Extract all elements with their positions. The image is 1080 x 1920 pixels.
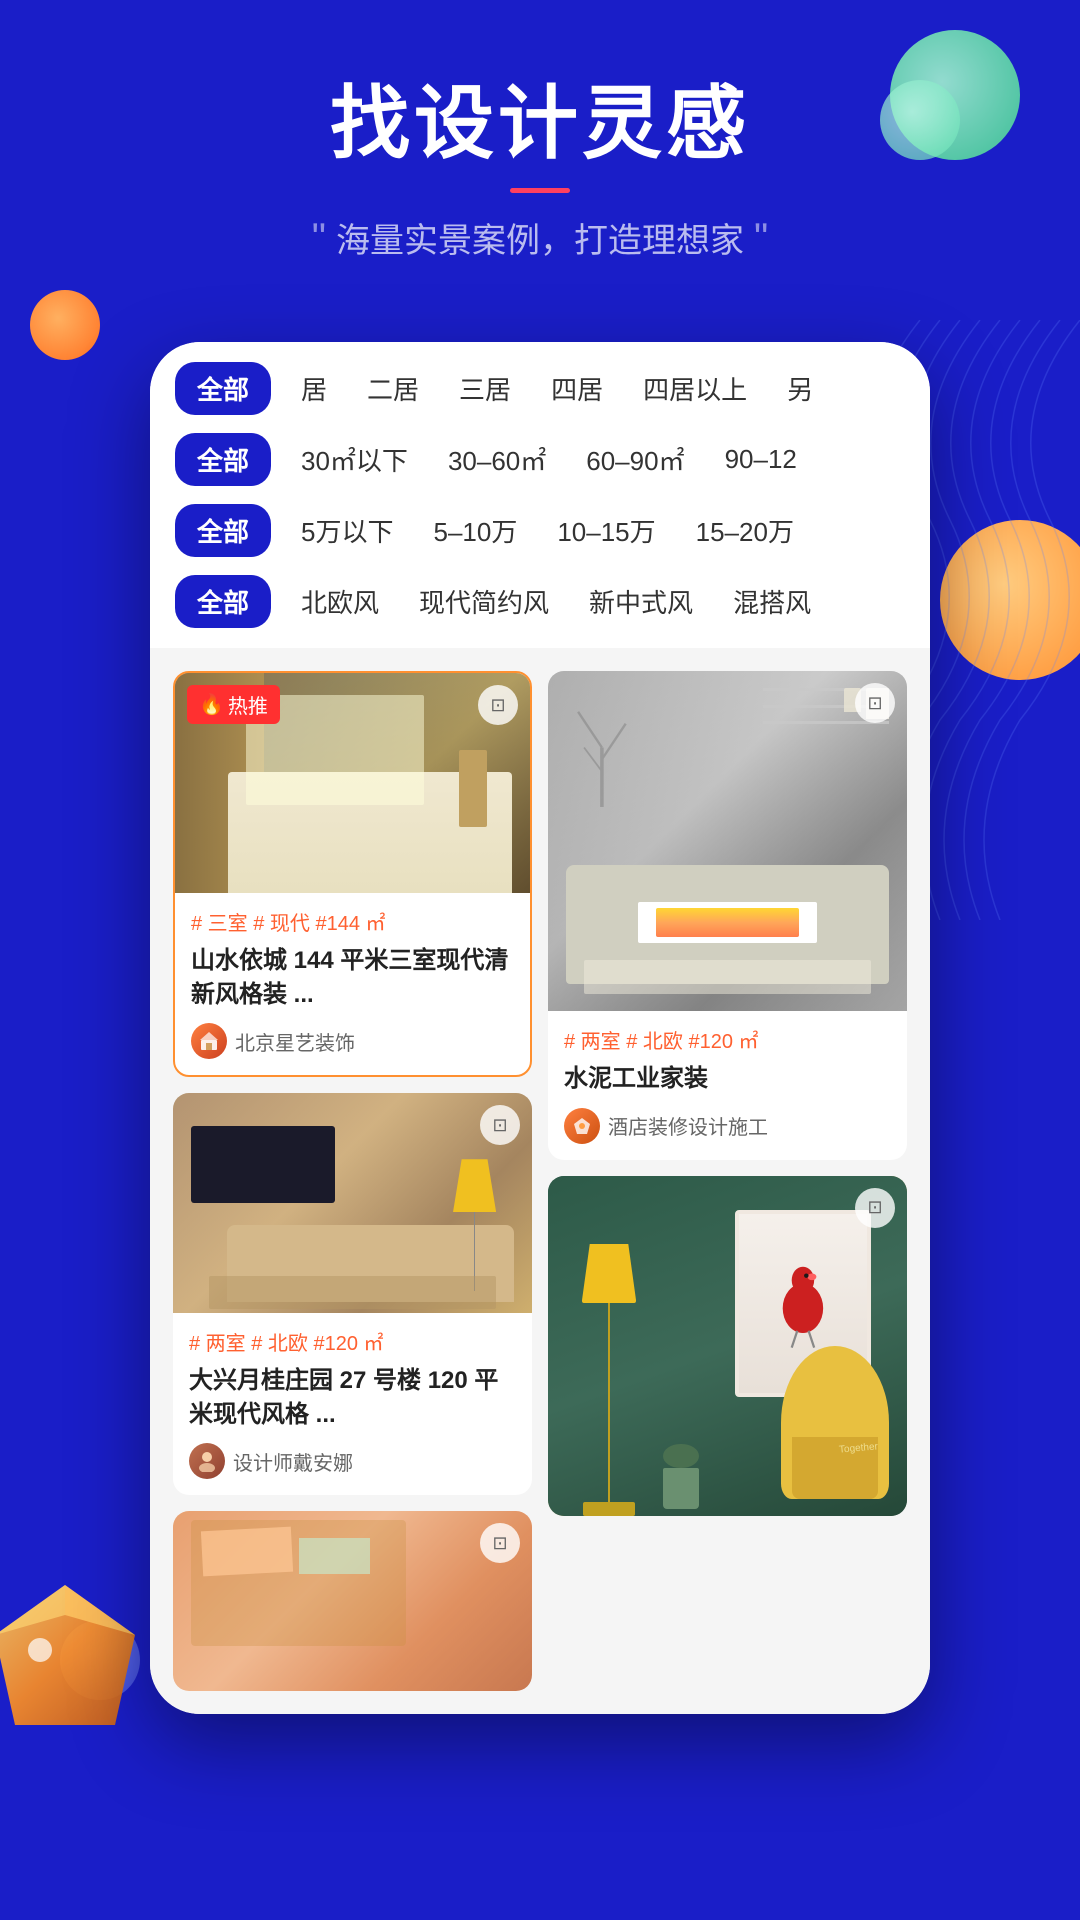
hero-subtitle-text: 海量实景案例，打造理想家 [336,213,744,262]
card-body-grey-living: # 两室 # 北欧 #120 ㎡ 水泥工业家装 酒店装修设计施工 [548,1011,907,1160]
save-button-card2[interactable]: ⊡ [855,683,895,723]
filter-90-120[interactable]: 90–12 [715,436,807,483]
filter-5-10w[interactable]: 5–10万 [423,504,527,557]
author-avatar-3 [189,1443,225,1479]
company-icon [198,1030,220,1052]
save-icon: ⊡ [490,695,505,716]
card-living-modern[interactable]: ⊡ # 两室 # 北欧 #120 ㎡ 大兴月桂庄园 27 号楼 120 平米现代… [173,1093,532,1495]
card-author-2: 酒店装修设计施工 [564,1108,891,1144]
fire-icon: 🔥 [199,692,224,717]
filter-chinese[interactable]: 新中式风 [579,575,703,628]
card-tags-2: # 两室 # 北欧 #120 ㎡ [564,1025,891,1054]
hero-divider [510,188,570,193]
filter-all-room[interactable]: 全部 [175,362,271,415]
author-name-3: 设计师戴安娜 [233,1447,353,1476]
card-tags-1: # 三室 # 现代 #144 ㎡ [191,907,514,936]
filter-modern[interactable]: 现代简约风 [409,575,559,628]
save-icon-3: ⊡ [492,1115,507,1136]
hero-section: 找设计灵感 " 海量实景案例，打造理想家 " [0,0,1080,302]
filter-all-style[interactable]: 全部 [175,575,271,628]
card-author-3: 设计师戴安娜 [189,1443,516,1479]
filter-mixed[interactable]: 混搭风 [723,575,821,628]
author-avatar-2 [564,1108,600,1144]
content-grid: 🔥 热推 ⊡ # 三室 # 现代 #144 ㎡ 山水依城 144 平米三室现代清… [150,648,930,1714]
save-button-card4[interactable]: ⊡ [855,1188,895,1228]
card-green-room[interactable]: Together ⊡ [548,1176,907,1516]
card-author-1: 北京星艺装饰 [191,1023,514,1059]
card-image-container: 🔥 热推 ⊡ [175,673,530,893]
filter-15-20w[interactable]: 15–20万 [686,504,804,557]
filter-erju[interactable]: 二居 [357,362,429,415]
filter-30below[interactable]: 30㎡以下 [291,433,418,486]
hot-text: 热推 [228,690,268,719]
company-logo-icon [571,1115,593,1137]
save-icon-4: ⊡ [867,1197,882,1218]
green-room-image: Together [548,1176,907,1516]
filter-more-room[interactable]: 另 [777,362,823,415]
card-image-container-5: ⊡ [173,1511,532,1691]
card-title-2: 水泥工业家装 [564,1062,891,1096]
card-tags-3: # 两室 # 北欧 #120 ㎡ [189,1327,516,1356]
save-button-card1[interactable]: ⊡ [478,685,518,725]
quote-open: " [312,218,326,258]
filter-yiju[interactable]: 居 [291,362,337,415]
filter-all-budget[interactable]: 全部 [175,504,271,557]
filter-60-90[interactable]: 60–90㎡ [576,433,694,486]
card-body-bedroom: # 三室 # 现代 #144 ㎡ 山水依城 144 平米三室现代清新风格装 ..… [175,893,530,1075]
card-bedroom[interactable]: 🔥 热推 ⊡ # 三室 # 现代 #144 ㎡ 山水依城 144 平米三室现代清… [173,671,532,1077]
save-button-card3[interactable]: ⊡ [480,1105,520,1145]
hot-badge: 🔥 热推 [187,685,280,724]
person-icon [196,1450,218,1472]
filter-section: 全部 居 二居 三居 四居 四居以上 另 全部 30㎡以下 30–60㎡ 60–… [150,342,930,648]
phone-mockup: 全部 居 二居 三居 四居 四居以上 另 全部 30㎡以下 30–60㎡ 60–… [150,342,930,1714]
hero-subtitle: " 海量实景案例，打造理想家 " [0,213,1080,262]
filter-row-area: 全部 30㎡以下 30–60㎡ 60–90㎡ 90–12 [175,433,905,486]
living-modern-image [173,1093,532,1313]
filter-row-budget: 全部 5万以下 5–10万 10–15万 15–20万 [175,504,905,557]
filter-siju[interactable]: 四居 [541,362,613,415]
filter-nordic[interactable]: 北欧风 [291,575,389,628]
right-column: ⊡ # 两室 # 北欧 #120 ㎡ 水泥工业家装 [540,663,915,1699]
author-avatar-1 [191,1023,227,1059]
quote-close: " [754,218,768,258]
author-name-2: 酒店装修设计施工 [608,1111,768,1140]
card-grey-living[interactable]: ⊡ # 两室 # 北欧 #120 ㎡ 水泥工业家装 [548,671,907,1160]
filter-10-15w[interactable]: 10–15万 [547,504,665,557]
left-column: 🔥 热推 ⊡ # 三室 # 现代 #144 ㎡ 山水依城 144 平米三室现代清… [165,663,540,1699]
author-name-1: 北京星艺装饰 [235,1027,355,1056]
phone-screen: 全部 居 二居 三居 四居 四居以上 另 全部 30㎡以下 30–60㎡ 60–… [150,342,930,1714]
card-body-living-modern: # 两室 # 北欧 #120 ㎡ 大兴月桂庄园 27 号楼 120 平米现代风格… [173,1313,532,1495]
card-image-container-3: ⊡ [173,1093,532,1313]
card-pink-room[interactable]: ⊡ [173,1511,532,1691]
card-title-3: 大兴月桂庄园 27 号楼 120 平米现代风格 ... [189,1364,516,1431]
hero-title: 找设计灵感 [0,80,1080,168]
filter-30-60[interactable]: 30–60㎡ [438,433,556,486]
pink-room-image: ⊡ [173,1511,532,1691]
filter-row-style: 全部 北欧风 现代简约风 新中式风 混搭风 [175,575,905,628]
save-icon-2: ⊡ [867,693,882,714]
grey-living-image [548,671,907,1011]
filter-5w-below[interactable]: 5万以下 [291,504,403,557]
card-image-container-4: Together ⊡ [548,1176,907,1516]
save-icon-5: ⊡ [492,1533,507,1554]
filter-all-area[interactable]: 全部 [175,433,271,486]
filter-siju-above[interactable]: 四居以上 [633,362,757,415]
bg-gem [0,1575,145,1740]
filter-sanju[interactable]: 三居 [449,362,521,415]
filter-row-room-type: 全部 居 二居 三居 四居 四居以上 另 [175,362,905,415]
card-image-container-2: ⊡ [548,671,907,1011]
card-title-1: 山水依城 144 平米三室现代清新风格装 ... [191,944,514,1011]
